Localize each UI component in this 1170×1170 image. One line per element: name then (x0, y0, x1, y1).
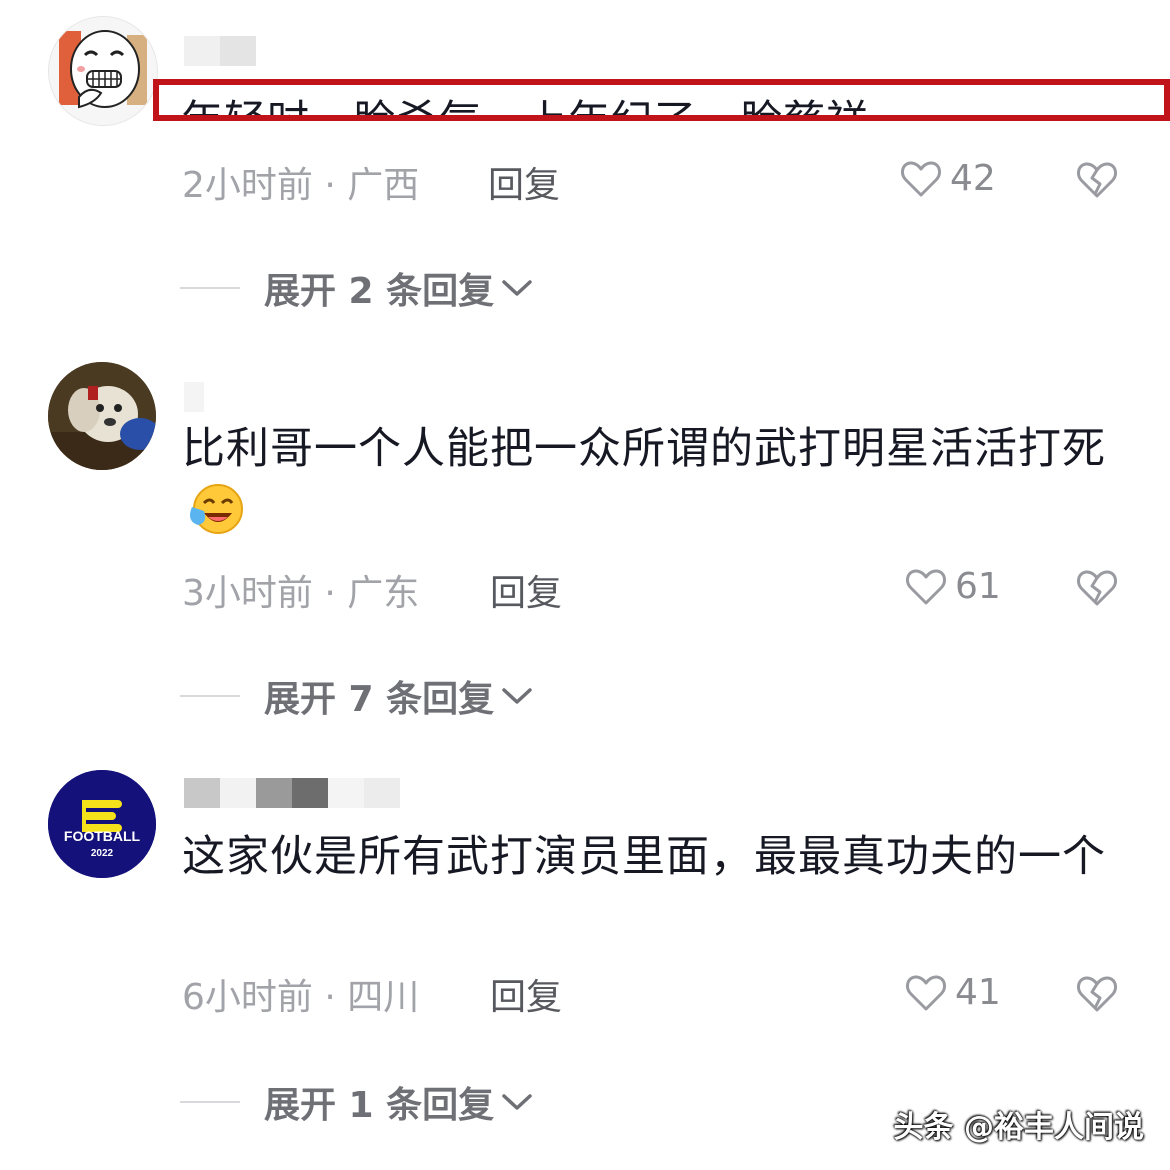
dislike-button[interactable] (1076, 160, 1118, 204)
divider (180, 1101, 240, 1103)
avatar[interactable] (48, 362, 156, 470)
like-count: 61 (955, 566, 1001, 607)
reply-button[interactable]: 回复 (490, 968, 562, 1020)
comment-text: 比利哥一个人能把一众所谓的武打明星活活打死 (182, 418, 1112, 542)
expand-replies-label: 展开 7 条回复 (264, 679, 495, 720)
chevron-down-icon (502, 1094, 532, 1110)
comment-meta: 2小时前 · 广西 (182, 165, 420, 206)
comment-text: 这家伙是所有武打演员里面，最最真功夫的一个 (182, 832, 1106, 882)
highlight-box: 年轻时一脸杀气，上年纪了一脸慈祥 (153, 79, 1170, 121)
meme-avatar-image (49, 17, 157, 125)
expand-replies-label: 展开 2 条回复 (264, 271, 495, 312)
username-blurred[interactable] (184, 778, 400, 808)
broken-heart-icon (1077, 976, 1117, 1012)
expand-replies-label: 展开 1 条回复 (264, 1085, 495, 1126)
dog-avatar-image (48, 362, 156, 470)
comment-meta: 3小时前 · 广东 (182, 573, 420, 614)
avatar-label: FOOTBALL (63, 828, 141, 844)
laughing-crying-emoji-icon (190, 484, 243, 534)
reply-button[interactable]: 回复 (490, 564, 562, 616)
divider (180, 695, 240, 697)
expand-replies-button[interactable]: 展开 1 条回复 (180, 1076, 534, 1128)
like-count: 41 (955, 972, 1001, 1013)
heart-outline-icon (906, 974, 946, 1010)
like-button[interactable]: 61 (905, 566, 1001, 607)
comment-text-content: 比利哥一个人能把一众所谓的武打明星活活打死 (182, 424, 1106, 474)
broken-heart-icon (1077, 162, 1117, 198)
expand-replies-button[interactable]: 展开 2 条回复 (180, 262, 534, 314)
avatar[interactable]: FOOTBALL 2022 (48, 770, 156, 878)
avatar-year: 2022 (90, 848, 114, 859)
chevron-down-icon (502, 280, 532, 296)
comment-1: 年轻时一脸杀气，上年纪了一脸慈祥 2小时前 · 广西 回复 42 展开 2 条回… (0, 0, 1170, 330)
broken-heart-icon (1077, 570, 1117, 606)
chevron-down-icon (502, 688, 532, 704)
dislike-button[interactable] (1076, 568, 1118, 612)
username-blurred[interactable] (184, 382, 204, 412)
expand-replies-button[interactable]: 展开 7 条回复 (180, 670, 534, 722)
dislike-button[interactable] (1076, 974, 1118, 1018)
comment-text: 年轻时一脸杀气，上年纪了一脸慈祥 (181, 96, 870, 121)
avatar[interactable] (48, 16, 158, 126)
like-button[interactable]: 41 (905, 972, 1001, 1013)
watermark: 头条 @裕丰人间说 (893, 1110, 1144, 1145)
heart-outline-icon (901, 160, 941, 196)
like-button[interactable]: 42 (900, 158, 996, 199)
like-count: 42 (950, 158, 996, 199)
divider (180, 287, 240, 289)
heart-outline-icon (906, 568, 946, 604)
efootball-logo-icon (48, 770, 156, 878)
username-blurred[interactable] (184, 36, 256, 66)
reply-button[interactable]: 回复 (488, 156, 560, 208)
comment-meta: 6小时前 · 四川 (182, 977, 420, 1018)
